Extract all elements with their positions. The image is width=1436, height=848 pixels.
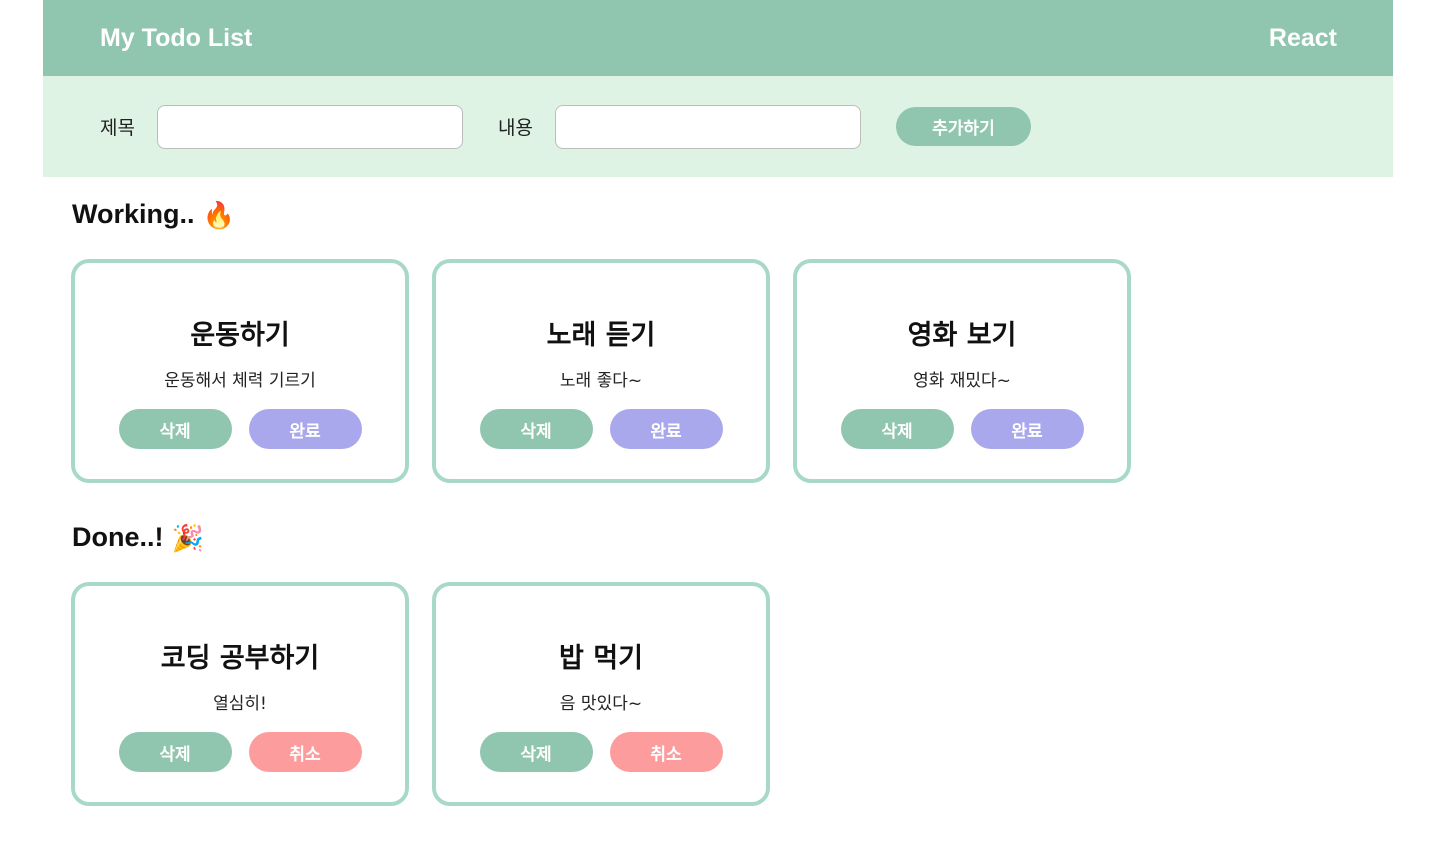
todo-card: 노래 듣기 노래 좋다~ 삭제 완료: [432, 259, 770, 483]
delete-button[interactable]: 삭제: [118, 732, 232, 772]
add-todo-form: 제목 내용 추가하기: [43, 76, 1393, 177]
title-label: 제목: [100, 117, 135, 139]
todo-title: 운동하기: [190, 320, 290, 351]
todo-actions: 삭제 완료: [118, 409, 362, 449]
fire-icon: 🔥: [202, 199, 235, 230]
todo-card: 영화 보기 영화 재밌다~ 삭제 완료: [793, 259, 1131, 483]
todo-card: 코딩 공부하기 열심히! 삭제 취소: [71, 582, 409, 806]
todo-card: 밥 먹기 음 맛있다~ 삭제 취소: [432, 582, 770, 806]
todo-title: 노래 듣기: [546, 320, 656, 351]
working-title-text: Working..: [72, 199, 195, 229]
content-input[interactable]: [554, 104, 861, 149]
app-container: My Todo List React 제목 내용 추가하기: [43, 0, 1393, 177]
done-list: 코딩 공부하기 열심히! 삭제 취소 밥 먹기 음 맛있다~ 삭제 취소: [71, 582, 770, 806]
framework-label: React: [1268, 23, 1337, 52]
todo-actions: 삭제 완료: [840, 409, 1084, 449]
party-popper-icon: 🎉: [171, 522, 204, 553]
title-input[interactable]: [156, 104, 463, 149]
app-header: My Todo List React: [43, 0, 1393, 76]
complete-button[interactable]: 완료: [970, 409, 1084, 449]
app-title: My Todo List: [100, 23, 253, 52]
working-section-title: Working.. 🔥: [72, 199, 235, 230]
todo-actions: 삭제 취소: [479, 732, 723, 772]
todo-body: 운동해서 체력 기르기: [164, 371, 316, 391]
todo-body: 영화 재밌다~: [913, 371, 1011, 391]
todo-body: 열심히!: [213, 694, 267, 714]
todo-title: 영화 보기: [907, 320, 1017, 351]
cancel-button[interactable]: 취소: [248, 732, 362, 772]
cancel-button[interactable]: 취소: [609, 732, 723, 772]
delete-button[interactable]: 삭제: [479, 732, 593, 772]
done-section-title: Done..! 🎉: [72, 522, 204, 553]
working-list: 운동하기 운동해서 체력 기르기 삭제 완료 노래 듣기 노래 좋다~ 삭제 완…: [71, 259, 1131, 483]
complete-button[interactable]: 완료: [609, 409, 723, 449]
delete-button[interactable]: 삭제: [118, 409, 232, 449]
add-button[interactable]: 추가하기: [895, 107, 1031, 146]
todo-actions: 삭제 취소: [118, 732, 362, 772]
todo-body: 음 맛있다~: [559, 694, 643, 714]
todo-title: 코딩 공부하기: [160, 643, 320, 674]
todo-body: 노래 좋다~: [559, 371, 643, 391]
todo-card: 운동하기 운동해서 체력 기르기 삭제 완료: [71, 259, 409, 483]
content-label: 내용: [497, 117, 533, 139]
complete-button[interactable]: 완료: [248, 409, 362, 449]
delete-button[interactable]: 삭제: [479, 409, 593, 449]
todo-title: 밥 먹기: [559, 643, 643, 674]
done-title-text: Done..!: [72, 522, 164, 552]
todo-actions: 삭제 완료: [479, 409, 723, 449]
delete-button[interactable]: 삭제: [840, 409, 954, 449]
